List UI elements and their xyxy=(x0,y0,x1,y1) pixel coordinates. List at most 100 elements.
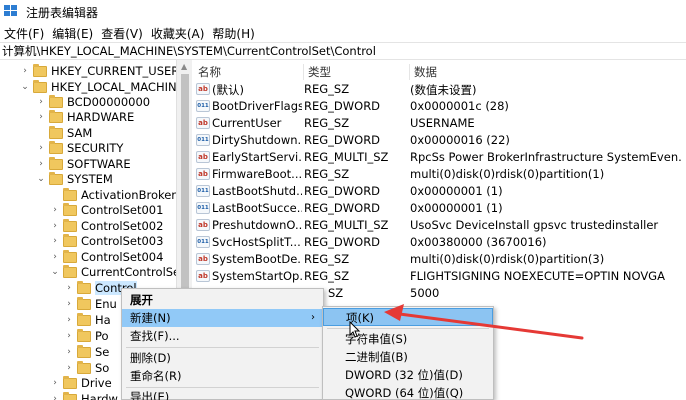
chevron-right-icon[interactable]: › xyxy=(36,159,46,169)
chevron-right-icon[interactable]: › xyxy=(64,347,74,357)
value-row[interactable]: ab PreshutdownO... REG_MULTI_SZ UsoSvc Devi… xyxy=(194,217,686,234)
submenu-item-binary-value[interactable]: 二进制值(B) xyxy=(323,348,493,366)
folder-icon xyxy=(77,360,91,374)
binary-value-icon: 011 xyxy=(196,202,210,214)
folder-icon xyxy=(63,202,77,216)
chevron-right-icon[interactable]: › xyxy=(50,252,60,262)
menu-item-new[interactable]: 新建(N) › xyxy=(122,309,323,327)
scroll-up-icon[interactable]: ▲ xyxy=(181,62,187,71)
value-row[interactable]: ab FirmwareBoot... REG_SZ multi(0)disk(0)rd… xyxy=(194,166,686,183)
tree-item-controlset003[interactable]: › ControlSet003 xyxy=(50,233,163,249)
tree-item-hkey-current-user[interactable]: › HKEY_CURRENT_USER xyxy=(20,63,176,79)
tree-item-activationbroker[interactable]: ActivationBroker xyxy=(50,187,176,203)
string-value-icon: ab xyxy=(196,219,210,231)
value-row[interactable]: 011 DirtyShutdown... REG_DWORD 0x00000016 (… xyxy=(194,132,686,149)
chevron-right-icon: › xyxy=(311,312,315,323)
tree-item-software[interactable]: › SOFTWARE xyxy=(36,156,131,172)
folder-icon xyxy=(77,328,91,342)
scroll-thumb[interactable] xyxy=(181,74,189,304)
value-row[interactable]: 011 BootDriverFlags REG_DWORD 0x0000001c (2… xyxy=(194,98,686,115)
value-row[interactable]: ab (默认) REG_SZ (数值未设置) xyxy=(194,81,686,98)
regedit-icon xyxy=(4,5,20,19)
value-row[interactable]: ab EarlyStartServi... REG_MULTI_SZ RpcSs Po… xyxy=(194,149,686,166)
chevron-right-icon[interactable]: › xyxy=(36,97,46,107)
chevron-right-icon[interactable]: › xyxy=(36,112,46,122)
tree-item-system[interactable]: ⌄ SYSTEM xyxy=(36,171,113,187)
chevron-right-icon[interactable]: › xyxy=(64,299,74,309)
string-value-icon: ab xyxy=(196,168,210,180)
tree-item-enum[interactable]: › Enu xyxy=(64,296,117,312)
binary-value-icon: 011 xyxy=(196,134,210,146)
submenu-item-qword-value[interactable]: QWORD (64 位)值(Q) xyxy=(323,384,493,400)
value-row[interactable]: 011 LastBootShutd... REG_DWORD 0x00000001 (… xyxy=(194,183,686,200)
string-value-icon: ab xyxy=(196,253,210,265)
tree-item-services[interactable]: › Se xyxy=(64,344,109,360)
chevron-right-icon[interactable]: › xyxy=(50,236,60,246)
chevron-right-icon[interactable]: › xyxy=(64,283,74,293)
title-bar: 注册表编辑器 xyxy=(0,0,686,24)
chevron-right-icon[interactable]: › xyxy=(64,363,74,373)
tree-item-sam[interactable]: SAM xyxy=(36,125,92,141)
tree-item-hardwareconfig[interactable]: › Hardw xyxy=(50,391,118,400)
menu-file[interactable]: 文件(F) xyxy=(0,25,48,42)
folder-icon xyxy=(63,233,77,247)
folder-icon xyxy=(63,218,77,232)
tree-item-controlset004[interactable]: › ControlSet004 xyxy=(50,249,163,265)
menu-item-find[interactable]: 查找(F)... xyxy=(122,327,323,345)
menu-edit[interactable]: 编辑(E) xyxy=(48,25,97,42)
chevron-down-icon[interactable]: ⌄ xyxy=(50,267,60,277)
chevron-right-icon[interactable]: › xyxy=(50,205,60,215)
tree-item-policies[interactable]: › Po xyxy=(64,328,109,344)
folder-icon xyxy=(49,171,63,185)
tree-item-hkey-local-machine[interactable]: ⌄ HKEY_LOCAL_MACHINE xyxy=(20,79,176,95)
chevron-right-icon[interactable]: › xyxy=(36,143,46,153)
folder-icon xyxy=(33,63,47,77)
menu-help[interactable]: 帮助(H) xyxy=(208,25,258,42)
value-row[interactable]: 011 SvcHostSplitT... REG_DWORD 0x00380000 (… xyxy=(194,234,686,251)
tree-item-software-sub[interactable]: › So xyxy=(64,360,109,376)
tree-item-hardware[interactable]: › HARDWARE xyxy=(36,109,134,125)
folder-icon xyxy=(49,140,63,154)
folder-icon xyxy=(63,187,77,201)
chevron-right-icon[interactable]: › xyxy=(20,66,30,76)
chevron-right-icon[interactable]: › xyxy=(64,331,74,341)
menu-item-rename[interactable]: 重命名(R) xyxy=(122,367,323,385)
chevron-right-icon[interactable]: › xyxy=(64,315,74,325)
chevron-down-icon[interactable]: ⌄ xyxy=(36,174,46,184)
folder-icon xyxy=(63,375,77,389)
column-header-type[interactable]: 类型 xyxy=(304,64,410,80)
chevron-right-icon[interactable]: › xyxy=(50,394,60,400)
tree-item-currentcontrolset[interactable]: ⌄ CurrentControlSet xyxy=(50,264,176,280)
chevron-right-icon[interactable]: › xyxy=(50,378,60,388)
value-row[interactable]: ab SystemStartOp... REG_SZ FLIGHTSIGNING N… xyxy=(194,268,686,285)
folder-icon xyxy=(33,79,47,93)
tree-item-controlset001[interactable]: › ControlSet001 xyxy=(50,202,163,218)
submenu-item-dword-value[interactable]: DWORD (32 位)值(D) xyxy=(323,366,493,384)
tree-item-driverdatabase[interactable]: › Drive xyxy=(50,375,112,391)
binary-value-icon: 011 xyxy=(196,236,210,248)
value-row[interactable]: 011 LastBootSucce... REG_DWORD 0x00000001 (… xyxy=(194,200,686,217)
column-header-name[interactable]: 名称 xyxy=(194,64,304,80)
string-value-icon: ab xyxy=(196,117,210,129)
address-bar[interactable]: 计算机\HKEY_LOCAL_MACHINE\SYSTEM\CurrentCon… xyxy=(0,42,686,60)
value-row[interactable]: ab SystemBootDe... REG_SZ multi(0)disk(0)rd… xyxy=(194,251,686,268)
tree-item-hardware-profiles[interactable]: › Ha xyxy=(64,312,111,328)
tree-item-bcd[interactable]: › BCD00000000 xyxy=(36,94,150,110)
value-row[interactable]: ab CurrentUser REG_SZ USERNAME xyxy=(194,115,686,132)
menu-bar: 文件(F) 编辑(E) 查看(V) 收藏夹(A) 帮助(H) xyxy=(0,24,686,42)
folder-icon xyxy=(77,344,91,358)
menu-favorites[interactable]: 收藏夹(A) xyxy=(147,25,209,42)
folder-icon xyxy=(77,296,91,310)
folder-icon xyxy=(77,280,91,294)
tree-item-security[interactable]: › SECURITY xyxy=(36,140,123,156)
column-header-data[interactable]: 数据 xyxy=(410,64,686,80)
string-value-icon: ab xyxy=(196,83,210,95)
chevron-down-icon[interactable]: ⌄ xyxy=(20,82,30,92)
chevron-right-icon[interactable]: › xyxy=(50,221,60,231)
menu-view[interactable]: 查看(V) xyxy=(97,25,147,42)
menu-item-delete[interactable]: 删除(D) xyxy=(122,349,323,367)
new-submenu: 项(K) 字符串值(S) 二进制值(B) DWORD (32 位)值(D) QW… xyxy=(322,306,494,400)
menu-item-expand[interactable]: 展开 xyxy=(122,291,323,309)
tree-item-controlset002[interactable]: › ControlSet002 xyxy=(50,218,163,234)
menu-item-export[interactable]: 导出(E) xyxy=(122,388,323,400)
